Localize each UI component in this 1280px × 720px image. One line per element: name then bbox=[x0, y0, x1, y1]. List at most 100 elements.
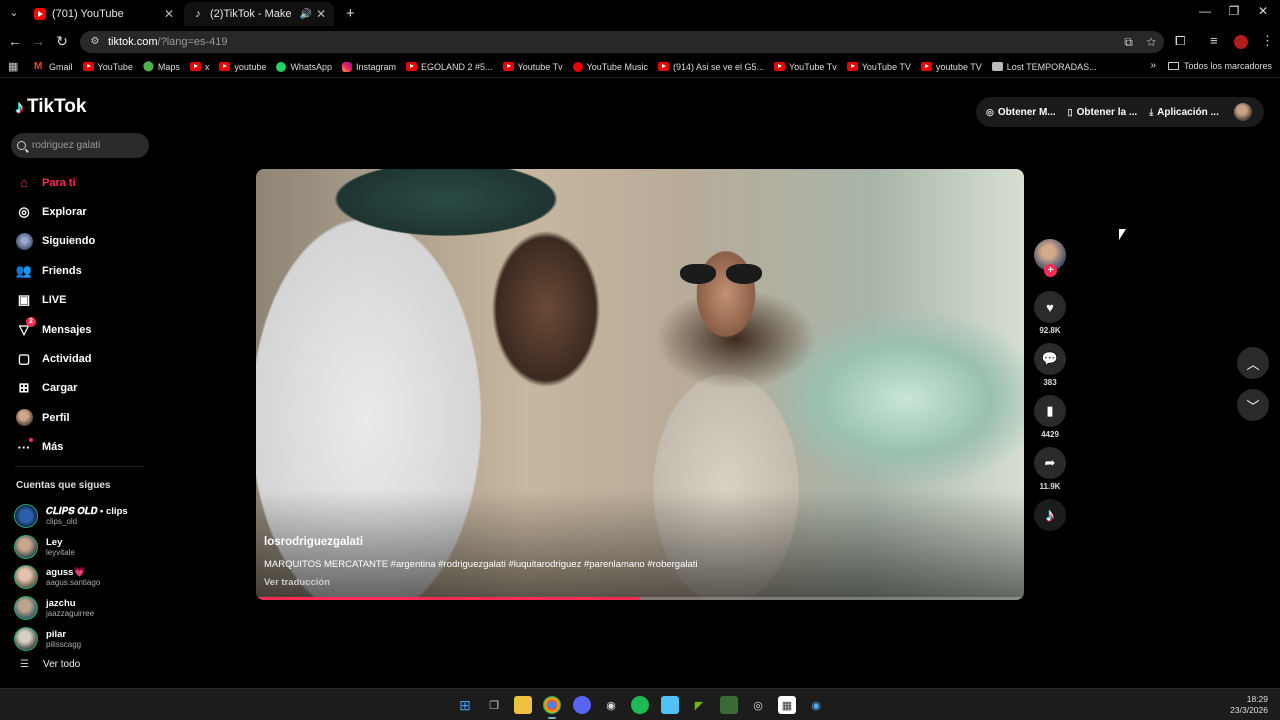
user-avatar[interactable] bbox=[1234, 103, 1252, 121]
search-input[interactable]: rodriguez galati bbox=[11, 133, 149, 158]
bookmark-item[interactable]: (914) Asi se ve el G5... bbox=[657, 62, 764, 72]
tab-search-icon[interactable]: ⌄ bbox=[6, 6, 22, 22]
following-account[interactable]: 𝑪𝑳𝑰𝑷𝑺 𝑶𝑳𝑫 • clips clips_old bbox=[14, 501, 154, 532]
bookmark-item[interactable]: YouTube Tv bbox=[774, 62, 837, 72]
tab-tiktok[interactable]: ♪ (2)TikTok - Make Your Day 🔊 ✕ bbox=[184, 2, 334, 26]
video-author[interactable]: losrodriguezgalati bbox=[264, 536, 363, 548]
desktop-app-button[interactable]: ⤓ Aplicación ... bbox=[1149, 107, 1219, 118]
account-name: Ley bbox=[46, 536, 63, 548]
next-video-button[interactable]: ﹀ bbox=[1237, 389, 1269, 421]
close-icon[interactable]: ✕ bbox=[164, 7, 174, 21]
store-icon[interactable]: ▦ bbox=[778, 696, 796, 714]
friends-icon: 👥 bbox=[15, 262, 33, 280]
bookmark-item[interactable]: YouTube Music bbox=[572, 61, 648, 72]
install-app-icon[interactable]: ⧉ bbox=[1124, 35, 1133, 49]
sidebar-item-actividad[interactable]: ▢ Actividad bbox=[15, 344, 145, 373]
live-icon: ▣ bbox=[15, 291, 33, 309]
apps-grid-icon[interactable]: ▦ bbox=[8, 60, 22, 73]
comment-count: 383 bbox=[1043, 378, 1057, 387]
bookmark-item[interactable]: ⬤ Maps bbox=[143, 62, 180, 72]
close-icon[interactable]: ✕ bbox=[316, 7, 326, 21]
bookmark-item[interactable]: youtube TV bbox=[920, 62, 982, 72]
following-account[interactable]: pilar pilisscagg bbox=[14, 623, 154, 654]
minecraft-icon[interactable] bbox=[720, 696, 738, 714]
task-view-icon[interactable]: ❐ bbox=[485, 696, 503, 714]
bookmark-item[interactable]: x bbox=[189, 62, 209, 72]
discord-icon[interactable] bbox=[573, 696, 591, 714]
bookmark-item[interactable]: EGOLAND 2 #5... bbox=[406, 62, 493, 72]
tab-label: (701) YouTube bbox=[52, 8, 124, 20]
bookmark-item[interactable]: YouTube TV bbox=[846, 62, 911, 72]
get-app-button[interactable]: ▯ Obtener la ... bbox=[1068, 107, 1138, 118]
address-bar[interactable]: ⚙ tiktok.com/?lang=es-419 ⧉ ☆ bbox=[80, 31, 1164, 53]
nvidia-icon[interactable]: ◤ bbox=[690, 696, 708, 714]
compass-icon: ◎ bbox=[15, 203, 33, 221]
bookmark-item[interactable]: youtube bbox=[219, 62, 266, 72]
account-handle: pilisscagg bbox=[46, 639, 82, 649]
bookmark-item[interactable]: Instagram bbox=[341, 61, 396, 72]
notepad-icon[interactable] bbox=[661, 696, 679, 714]
menu-icon[interactable]: ⋮ bbox=[1261, 33, 1274, 49]
previous-video-button[interactable]: ︿ bbox=[1237, 347, 1269, 379]
spotify-icon[interactable] bbox=[631, 696, 649, 714]
reload-button[interactable]: ↻ bbox=[53, 33, 71, 50]
sidebar-item-live[interactable]: ▣ LIVE bbox=[15, 286, 145, 315]
youtube-icon bbox=[189, 62, 201, 71]
save-button[interactable]: ▮ 4429 bbox=[1034, 395, 1066, 439]
steam-icon-2[interactable]: ◉ bbox=[807, 696, 825, 714]
file-explorer-icon[interactable] bbox=[514, 696, 532, 714]
heart-icon: ♥ bbox=[1034, 291, 1066, 323]
see-all-button[interactable]: ☰ Ver todo bbox=[20, 659, 80, 670]
forward-button[interactable]: → bbox=[29, 33, 47, 49]
following-account[interactable]: jazchu jaazzaguirree bbox=[14, 593, 154, 624]
sidebar-item-friends[interactable]: 👥 Friends bbox=[15, 256, 145, 285]
all-bookmarks-button[interactable]: Todos los marcadores bbox=[1167, 61, 1272, 71]
site-info-icon[interactable]: ⚙ bbox=[88, 35, 102, 49]
sidebar-item-explorar[interactable]: ◎ Explorar bbox=[15, 197, 145, 226]
bookmark-star-icon[interactable]: ☆ bbox=[1146, 35, 1156, 49]
video-progress-bar[interactable] bbox=[256, 597, 1024, 600]
system-clock[interactable]: 18:29 23/3/2026 bbox=[1230, 694, 1268, 716]
sidebar-item-m-s[interactable]: ··· Más bbox=[15, 433, 145, 462]
new-tab-button[interactable]: + bbox=[346, 5, 355, 22]
speaker-icon[interactable]: 🔊 bbox=[299, 9, 311, 20]
following-account[interactable]: aguss💗 aagus.santiago bbox=[14, 562, 154, 593]
follow-plus-icon[interactable]: + bbox=[1044, 264, 1057, 277]
minimize-button[interactable]: — bbox=[1190, 4, 1220, 18]
tab-youtube[interactable]: (701) YouTube ✕ bbox=[26, 2, 182, 26]
share-button[interactable]: ➦ 11.9K bbox=[1034, 447, 1066, 491]
bookmark-item[interactable]: YouTube bbox=[82, 62, 133, 72]
obs-icon[interactable]: ◎ bbox=[749, 696, 767, 714]
window-close-button[interactable]: ✕ bbox=[1248, 4, 1278, 18]
back-button[interactable]: ← bbox=[6, 33, 24, 49]
media-control-icon[interactable]: ≡ bbox=[1210, 33, 1218, 48]
get-coins-button[interactable]: ◎ Obtener M... bbox=[986, 107, 1056, 118]
author-avatar[interactable]: + bbox=[1034, 239, 1066, 277]
video-player[interactable]: losrodriguezgalati MARQUITOS MERCATANTE … bbox=[256, 169, 1024, 600]
chrome-icon[interactable] bbox=[543, 696, 561, 719]
following-account[interactable]: Ley leyvitale bbox=[14, 532, 154, 563]
bookmark-item[interactable]: Youtube Tv bbox=[502, 62, 563, 72]
bookmark-item[interactable]: WhatsApp bbox=[276, 61, 332, 72]
sidebar-item-cargar[interactable]: ⊞ Cargar bbox=[15, 374, 145, 403]
steam-icon[interactable]: ◉ bbox=[602, 696, 620, 714]
avatar bbox=[14, 534, 38, 559]
windows-start-icon[interactable]: ⊞ bbox=[456, 696, 474, 714]
extensions-icon[interactable]: ⧠ bbox=[1175, 33, 1185, 49]
sidebar-item-para-ti[interactable]: ⌂ Para ti bbox=[15, 168, 145, 197]
comment-button[interactable]: 💬 383 bbox=[1034, 343, 1066, 387]
like-button[interactable]: ♥ 92.8K bbox=[1034, 291, 1066, 335]
bookmark-item[interactable]: Lost TEMPORADAS... bbox=[991, 62, 1097, 72]
home-icon-glyph: ⌂ bbox=[20, 175, 28, 191]
bookmark-item[interactable]: M Gmail bbox=[34, 62, 73, 72]
more-bookmarks-icon[interactable]: » bbox=[1150, 60, 1156, 71]
sidebar-item-mensajes[interactable]: ▽ 2 Mensajes bbox=[15, 315, 145, 344]
restore-button[interactable]: ❐ bbox=[1219, 4, 1249, 18]
translate-link[interactable]: Ver traducción bbox=[264, 577, 330, 588]
sidebar-item-siguiendo[interactable]: Siguiendo bbox=[15, 227, 145, 256]
omnibox-actions: ⧉ ☆ bbox=[1124, 35, 1156, 50]
sidebar-item-perfil[interactable]: Perfil bbox=[15, 403, 145, 432]
activity-icon-glyph: ▢ bbox=[17, 351, 31, 367]
tiktok-logo[interactable]: ♪ TikTok bbox=[15, 96, 86, 118]
profile-avatar[interactable] bbox=[1234, 35, 1248, 49]
